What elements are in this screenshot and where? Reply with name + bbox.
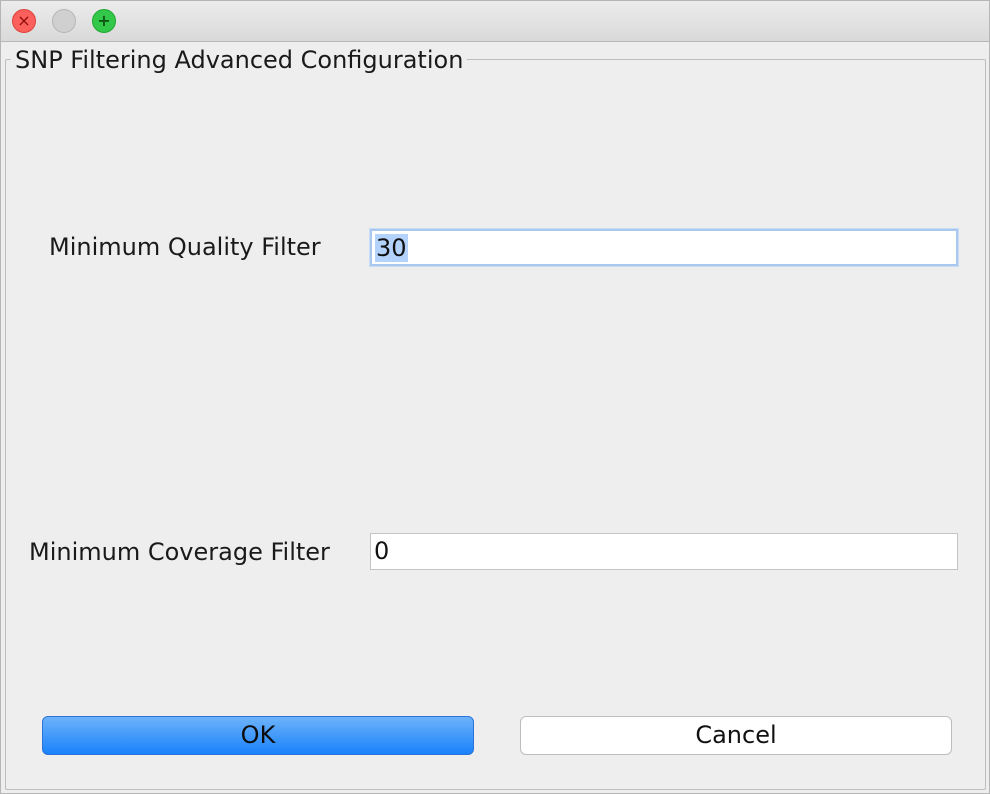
min-quality-label: Minimum Quality Filter bbox=[49, 233, 321, 261]
min-coverage-value: 0 bbox=[374, 537, 390, 565]
close-icon: × bbox=[17, 11, 31, 30]
ok-button[interactable]: OK bbox=[42, 716, 474, 755]
title-bar[interactable]: × + bbox=[1, 1, 989, 42]
min-coverage-label: Minimum Coverage Filter bbox=[29, 538, 330, 566]
minimize-window-button bbox=[52, 9, 76, 33]
min-coverage-input[interactable]: 0 bbox=[370, 533, 958, 570]
group-title: SNP Filtering Advanced Configuration bbox=[11, 45, 468, 75]
zoom-window-button[interactable]: + bbox=[92, 9, 116, 33]
zoom-icon: + bbox=[97, 11, 111, 30]
cancel-button[interactable]: Cancel bbox=[520, 716, 952, 755]
config-group-box bbox=[5, 59, 986, 790]
close-window-button[interactable]: × bbox=[12, 9, 36, 33]
min-quality-input[interactable]: 30 bbox=[370, 229, 958, 266]
dialog-window: × + SNP Filtering Advanced Configuration… bbox=[0, 0, 990, 794]
min-quality-value: 30 bbox=[375, 234, 408, 262]
